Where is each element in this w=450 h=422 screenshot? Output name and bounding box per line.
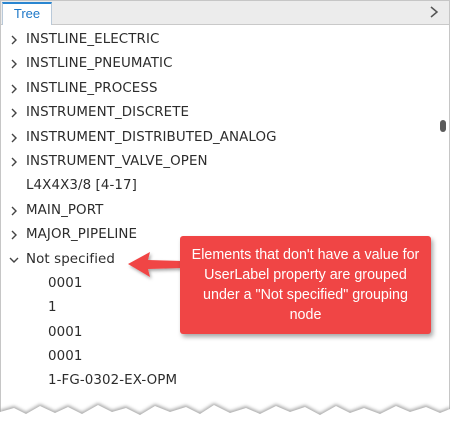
tree-node[interactable]: INSTLINE_ELECTRIC: [1, 28, 441, 52]
tree-node-label: MAJOR_PIPELINE: [26, 227, 138, 243]
tree-child-leaf[interactable]: 0001: [1, 345, 441, 369]
callout-arrow-icon: [128, 252, 182, 277]
chevron-right-icon[interactable]: [9, 132, 19, 144]
tree-node-label: INSTLINE_PROCESS: [26, 80, 158, 96]
chevron-down-icon[interactable]: [9, 254, 19, 266]
tree-view: INSTLINE_ELECTRIC INSTLINE_PNEUMATIC INS…: [1, 28, 441, 394]
tree-node-label: INSTLINE_ELECTRIC: [26, 32, 160, 47]
tree-node[interactable]: INSTRUMENT_DISCRETE: [1, 101, 441, 125]
torn-edge: [0, 403, 450, 422]
tree-node[interactable]: INSTLINE_PROCESS: [1, 77, 441, 101]
tree-node[interactable]: MAIN_PORT: [1, 199, 441, 223]
chevron-right-icon[interactable]: [9, 83, 19, 95]
tree-node-label: 0001: [48, 324, 83, 340]
callout-annotation: Elements that don't have a value for Use…: [180, 236, 431, 334]
tree-node-label: INSTRUMENT_VALVE_OPEN: [26, 153, 208, 169]
chevron-right-icon[interactable]: [9, 107, 19, 119]
tree-node[interactable]: INSTRUMENT_DISTRIBUTED_ANALOG: [1, 126, 441, 150]
tab-bar: Tree: [1, 1, 449, 25]
chevron-right-icon[interactable]: [9, 156, 19, 168]
tree-node-label: L4X4X3/8 [4-17]: [26, 178, 137, 194]
chevron-right-icon[interactable]: [9, 229, 19, 241]
tree-panel: Tree INSTLINE_ELECTRIC INSTLINE_PNEUMATI…: [0, 0, 450, 422]
tree-node-label: 0001: [48, 349, 83, 365]
callout-text: Elements that don't have a value for Use…: [191, 247, 420, 323]
tree-node[interactable]: INSTLINE_PNEUMATIC: [1, 52, 441, 76]
tree-node-label: 1: [48, 300, 57, 316]
tab-tree[interactable]: Tree: [2, 2, 52, 25]
chevron-right-icon[interactable]: [9, 34, 19, 46]
scrollbar-thumb[interactable]: [440, 120, 446, 132]
chevron-right-icon[interactable]: [9, 58, 19, 70]
chevron-right-icon[interactable]: [9, 205, 19, 217]
tree-node-label: Not specified: [26, 251, 115, 267]
tree-leaf[interactable]: L4X4X3/8 [4-17]: [1, 174, 441, 198]
tree-node-label: 0001: [48, 275, 83, 291]
tree-node-label: INSTRUMENT_DISCRETE: [26, 105, 190, 121]
chevron-right-icon[interactable]: [427, 4, 441, 20]
tree-node-label: MAIN_PORT: [26, 202, 104, 218]
tree-node-label: INSTLINE_PNEUMATIC: [26, 56, 173, 72]
tree-node-label: INSTRUMENT_DISTRIBUTED_ANALOG: [26, 129, 277, 145]
tree-node[interactable]: INSTRUMENT_VALVE_OPEN: [1, 150, 441, 174]
